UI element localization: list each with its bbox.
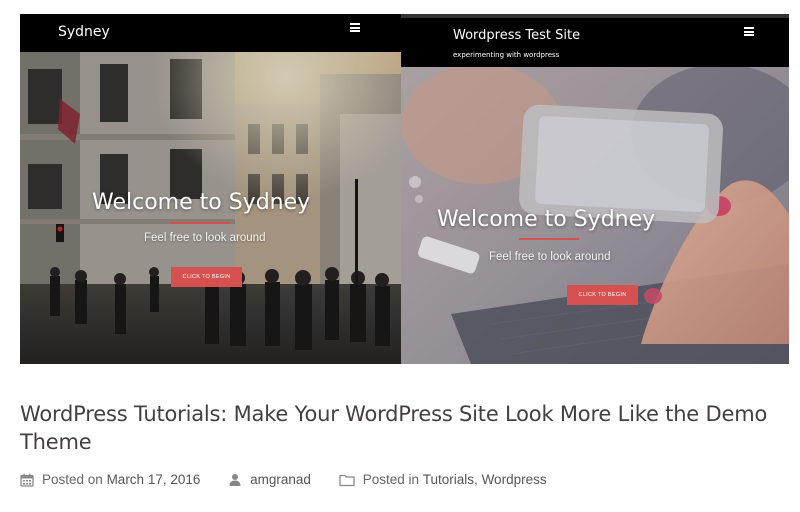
category-link-wordpress[interactable]: Wordpress xyxy=(482,472,547,487)
hamburger-menu-icon[interactable] xyxy=(744,27,754,36)
hero-subtitle: Feel free to look around xyxy=(489,251,611,263)
site-title[interactable]: Sydney xyxy=(58,24,110,40)
author-link[interactable]: amgranad xyxy=(250,472,311,487)
site-title[interactable]: Wordpress Test Site xyxy=(453,28,580,43)
click-to-begin-button[interactable]: Click to begin xyxy=(171,267,242,287)
post-title[interactable]: WordPress Tutorials: Make Your WordPress… xyxy=(20,400,790,456)
post-date: Posted on March 17, 2016 xyxy=(20,472,200,487)
sydney-header-bar: Sydney xyxy=(20,14,401,52)
test-site-panel: Wordpress Test Site experimenting with w… xyxy=(401,14,789,364)
category-link-tutorials[interactable]: Tutorials xyxy=(423,472,474,487)
hero-welcome-heading: Welcome to Sydney xyxy=(437,207,656,232)
test-site-header-bar: Wordpress Test Site experimenting with w… xyxy=(401,14,789,67)
user-icon xyxy=(229,473,241,486)
hero-subtitle: Feel free to look around xyxy=(144,232,266,244)
post-meta: Posted on March 17, 2016 amgranad Posted… xyxy=(20,472,565,492)
post-date-link[interactable]: March 17, 2016 xyxy=(107,472,201,487)
city-street-photo xyxy=(20,14,401,364)
site-tagline: experimenting with wordpress xyxy=(453,51,560,59)
browser-tab-strip xyxy=(401,14,789,18)
post-categories: Posted in Tutorials, Wordpress xyxy=(339,472,547,487)
hero-screenshot: Sydney Welcome to Sydney Feel free to lo… xyxy=(20,14,789,364)
hamburger-menu-icon[interactable] xyxy=(350,23,360,32)
heading-accent-line xyxy=(170,222,230,224)
calendar-icon xyxy=(20,473,34,487)
category-separator: , xyxy=(474,472,478,487)
heading-accent-line xyxy=(519,238,579,240)
posted-in-label: Posted in xyxy=(362,472,419,487)
folder-icon xyxy=(339,474,355,486)
posted-on-label: Posted on xyxy=(42,472,103,487)
hero-welcome-heading: Welcome to Sydney xyxy=(92,190,311,215)
click-to-begin-button[interactable]: Click to begin xyxy=(567,285,638,305)
post-author: amgranad xyxy=(228,472,311,487)
sydney-demo-panel: Sydney Welcome to Sydney Feel free to lo… xyxy=(20,14,401,364)
